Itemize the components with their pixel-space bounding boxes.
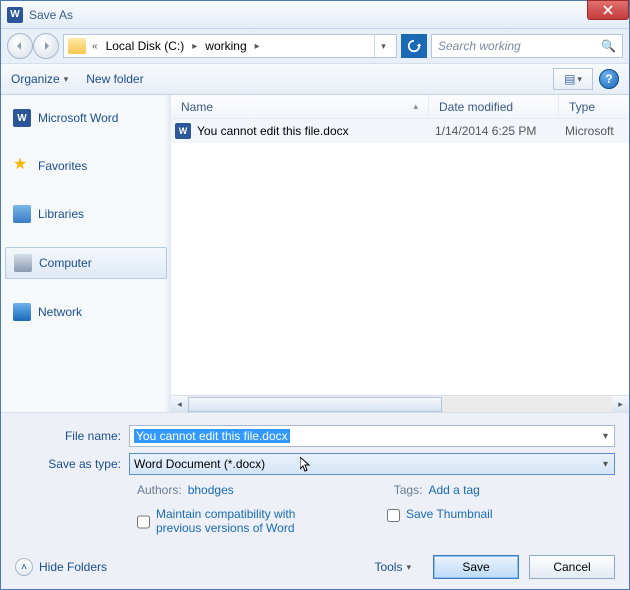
refresh-icon xyxy=(407,39,421,53)
save-thumbnail-input[interactable] xyxy=(387,509,400,522)
file-name-value: You cannot edit this file.docx xyxy=(134,429,290,443)
file-type-cell: Microsoft xyxy=(555,124,625,138)
authors-value: bhodges xyxy=(188,483,234,497)
sidebar-item-computer[interactable]: Computer xyxy=(5,247,167,279)
nav-bar: « Local Disk (C:) ▸ working ▸ ▾ Search w… xyxy=(1,29,629,63)
new-folder-button[interactable]: New folder xyxy=(86,72,143,86)
maintain-compat-checkbox[interactable]: Maintain compatibility with previous ver… xyxy=(137,507,307,535)
sidebar: W Microsoft Word ★ Favorites Libraries C… xyxy=(1,95,171,412)
folder-icon xyxy=(68,38,86,54)
bottom-panel: File name: You cannot edit this file.doc… xyxy=(1,412,629,589)
computer-icon xyxy=(14,254,32,272)
word-icon: W xyxy=(7,7,23,23)
breadcrumb-drive[interactable]: Local Disk (C:) xyxy=(102,37,189,55)
save-button[interactable]: Save xyxy=(433,555,519,579)
scroll-track[interactable] xyxy=(188,397,612,412)
column-date[interactable]: Date modified xyxy=(429,95,559,118)
main-area: W Microsoft Word ★ Favorites Libraries C… xyxy=(1,95,629,412)
title-bar: W Save As xyxy=(1,1,629,29)
breadcrumb-root: « xyxy=(90,41,100,52)
file-name-cell: You cannot edit this file.docx xyxy=(197,124,425,138)
arrow-left-icon xyxy=(15,41,25,51)
file-list-body: W You cannot edit this file.docx 1/14/20… xyxy=(171,119,629,395)
network-icon xyxy=(13,303,31,321)
maintain-compat-input[interactable] xyxy=(137,509,150,535)
file-list: Name ▴ Date modified Type W You cannot e… xyxy=(171,95,629,412)
docx-icon: W xyxy=(175,123,191,139)
tags-label: Tags: xyxy=(394,483,423,497)
breadcrumb[interactable]: « Local Disk (C:) ▸ working ▸ ▾ xyxy=(63,34,397,58)
save-as-dialog: W Save As « Local Disk (C:) ▸ working ▸ … xyxy=(0,0,630,590)
tools-dropdown[interactable]: Tools ▾ xyxy=(374,560,411,574)
close-icon xyxy=(603,5,613,15)
file-name-input[interactable]: You cannot edit this file.docx xyxy=(129,425,615,447)
view-icon: ▤ xyxy=(564,72,575,86)
breadcrumb-dropdown[interactable]: ▾ xyxy=(374,35,392,57)
chevron-right-icon: ▸ xyxy=(190,41,199,52)
authors-field[interactable]: Authors: bhodges xyxy=(137,483,234,497)
sidebar-item-word[interactable]: W Microsoft Word xyxy=(5,103,167,133)
column-name[interactable]: Name ▴ xyxy=(171,95,429,118)
search-placeholder: Search working xyxy=(438,39,521,53)
cursor-icon xyxy=(300,457,316,473)
tags-field[interactable]: Tags: Add a tag xyxy=(394,483,480,497)
save-type-dropdown[interactable]: Word Document (*.docx) xyxy=(129,453,615,475)
column-type[interactable]: Type xyxy=(559,95,629,118)
close-button[interactable] xyxy=(587,0,629,20)
view-mode-button[interactable]: ▤▾ xyxy=(553,68,593,90)
sidebar-item-favorites[interactable]: ★ Favorites xyxy=(5,151,167,181)
word-icon: W xyxy=(13,109,31,127)
file-date-cell: 1/14/2014 6:25 PM xyxy=(425,124,555,138)
cancel-button[interactable]: Cancel xyxy=(529,555,615,579)
search-icon: 🔍 xyxy=(601,39,616,53)
authors-label: Authors: xyxy=(137,483,182,497)
sidebar-item-network[interactable]: Network xyxy=(5,297,167,327)
footer: ˄ Hide Folders Tools ▾ Save Cancel xyxy=(15,547,615,579)
scroll-left-arrow[interactable]: ◂ xyxy=(171,396,188,413)
chevron-right-icon: ▸ xyxy=(253,41,262,52)
horizontal-scrollbar[interactable]: ◂ ▸ xyxy=(171,395,629,412)
back-button[interactable] xyxy=(7,33,33,59)
scroll-thumb[interactable] xyxy=(188,397,442,412)
tags-value: Add a tag xyxy=(428,483,479,497)
chevron-up-icon: ˄ xyxy=(15,558,33,576)
forward-button[interactable] xyxy=(33,33,59,59)
libraries-icon xyxy=(13,205,31,223)
file-row[interactable]: W You cannot edit this file.docx 1/14/20… xyxy=(171,119,629,143)
sidebar-item-libraries[interactable]: Libraries xyxy=(5,199,167,229)
save-thumbnail-checkbox[interactable]: Save Thumbnail xyxy=(387,507,493,522)
organize-button[interactable]: Organize ▾ xyxy=(11,72,68,86)
arrow-right-icon xyxy=(41,41,51,51)
save-type-label: Save as type: xyxy=(15,457,129,471)
file-name-label: File name: xyxy=(15,429,129,443)
scroll-right-arrow[interactable]: ▸ xyxy=(612,396,629,413)
save-type-value: Word Document (*.docx) xyxy=(134,457,265,471)
toolbar: Organize ▾ New folder ▤▾ ? xyxy=(1,63,629,95)
breadcrumb-folder[interactable]: working xyxy=(201,37,250,55)
search-input[interactable]: Search working 🔍 xyxy=(431,34,623,58)
help-button[interactable]: ? xyxy=(599,69,619,89)
column-headers: Name ▴ Date modified Type xyxy=(171,95,629,119)
star-icon: ★ xyxy=(13,157,31,175)
title-text: Save As xyxy=(29,8,73,22)
hide-folders-button[interactable]: ˄ Hide Folders xyxy=(15,558,107,576)
refresh-button[interactable] xyxy=(401,34,427,58)
